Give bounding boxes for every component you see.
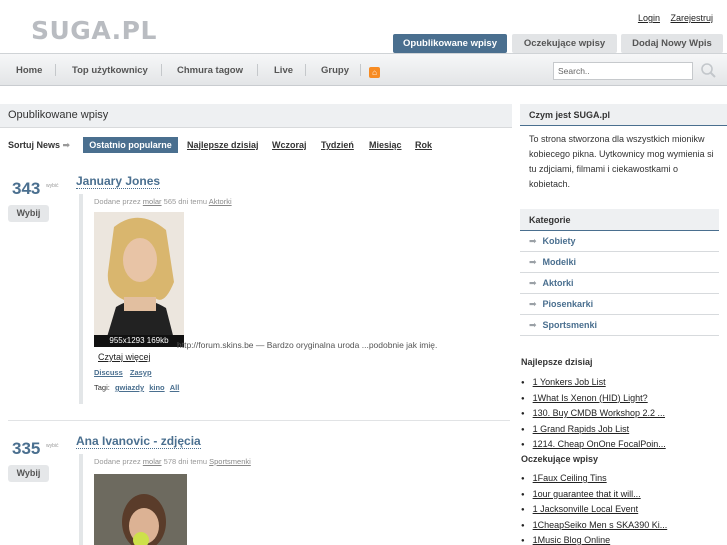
entry-body: Dodane przez molar 578 dni temu Sportsme… (79, 454, 251, 545)
arrow-right-icon: ➡ (529, 278, 537, 288)
tag-link[interactable]: All (170, 383, 180, 392)
tag-link[interactable]: kino (149, 383, 164, 392)
sort-recent-popular[interactable]: Ostatnio popularne (83, 137, 178, 153)
vote-button[interactable]: Wybij (8, 465, 49, 482)
entry-divider (8, 420, 510, 421)
entry-title[interactable]: January Jones (76, 174, 161, 189)
main-header: Opublikowane wpisy (0, 104, 512, 128)
nav-tag-cloud[interactable]: Chmura tagow (177, 65, 243, 76)
bury-link[interactable]: Zasyp (130, 368, 152, 377)
vote-count: 343 (12, 179, 41, 198)
category-link[interactable]: Aktorki (209, 197, 232, 206)
nav-separator (305, 64, 306, 76)
entry: 335 wybić Wybij Ana Ivanovic - zdjęcia D… (8, 434, 510, 545)
entry: 343 wybić Wybij January Jones Dodane prz… (8, 174, 510, 404)
vote-button[interactable]: Wybij (8, 205, 49, 222)
nav-groups[interactable]: Grupy (321, 65, 349, 76)
nav-separator (161, 64, 162, 76)
sort-year[interactable]: Rok (415, 140, 432, 150)
sort-month[interactable]: Miesiąc (369, 140, 402, 150)
discuss-link[interactable]: Discuss (94, 368, 123, 377)
author-link[interactable]: molar (143, 197, 162, 206)
entry-meta: Dodane przez molar 578 dni temu Sportsme… (94, 457, 251, 466)
categories-title: Kategorie (520, 209, 719, 231)
entry-title[interactable]: Ana Ivanovic - zdjęcia (76, 434, 201, 449)
category-item[interactable]: ➡ Sportsmenki (520, 315, 719, 336)
arrow-right-icon: ➡ (529, 320, 537, 330)
main-nav: Home Top użytkownicy Chmura tagow Live G… (0, 53, 727, 86)
entry-actions: Discuss Zasyp (94, 368, 232, 377)
category-item[interactable]: ➡ Aktorki (520, 273, 719, 294)
category-item[interactable]: ➡ Modelki (520, 252, 719, 273)
nav-home[interactable]: Home (16, 65, 42, 76)
arrow-right-icon: ➡ (529, 299, 537, 309)
nav-separator (360, 64, 361, 76)
about-title: Czym jest SUGA.pl (520, 104, 727, 126)
list-item[interactable]: 1our guarantee that it will... (521, 487, 667, 503)
vote-unit: wybić (46, 183, 59, 189)
list-item[interactable]: 1Music Blog Online (521, 533, 667, 545)
entry-photo (94, 474, 187, 545)
tab-pending[interactable]: Oczekujące wpisy (512, 34, 617, 53)
pending-list: 1Faux Ceiling Tins 1our guarantee that i… (521, 471, 668, 545)
login-link[interactable]: Login (638, 13, 660, 23)
category-item[interactable]: ➡ Piosenkarki (520, 294, 719, 315)
pending-title: Oczekujące wpisy (521, 454, 599, 464)
nav-top-users[interactable]: Top użytkownicy (72, 65, 148, 76)
sort-label: Sortuj News ➡ (8, 140, 71, 150)
entry-photo (94, 212, 184, 347)
tab-published[interactable]: Opublikowane wpisy (393, 34, 507, 53)
list-item[interactable]: 130. Buy CMDB Workshop 2.2 ... (521, 406, 666, 422)
search-icon[interactable] (700, 62, 716, 78)
list-item[interactable]: 1Faux Ceiling Tins (521, 471, 667, 487)
site-logo[interactable]: SUGA.PL (31, 16, 157, 45)
entry-image[interactable] (94, 474, 187, 545)
entry-image[interactable]: 955x1293 169kb (94, 212, 184, 347)
entry-caption: http://forum.skins.be — Bardzo oryginaln… (177, 340, 438, 350)
vote-count: 335 (12, 439, 41, 458)
category-link[interactable]: Sportsmenki (209, 457, 251, 466)
image-info: 955x1293 169kb (94, 335, 184, 347)
list-item[interactable]: 1What Is Xenon (HID) Light? (521, 391, 666, 407)
best-today-title: Najlepsze dzisiaj (521, 357, 593, 367)
entry-body: Dodane przez molar 565 dni temu Aktorki … (79, 194, 437, 404)
nav-live[interactable]: Live (274, 65, 293, 76)
page-title: Opublikowane wpisy (8, 109, 109, 121)
arrow-right-icon: ➡ (529, 257, 537, 267)
arrow-right-icon: ➡ (529, 236, 537, 246)
nav-separator (257, 64, 258, 76)
entry-tags: Tagi: gwiazdy kino All (94, 383, 180, 392)
about-text: To strona stworzona dla wszystkich mioni… (529, 134, 714, 189)
list-item[interactable]: 1214. Cheap OnOne FocalPoin... (521, 437, 666, 453)
list-item[interactable]: 1 Jacksonville Local Event (521, 502, 667, 518)
rss-icon[interactable]: ⌂ (369, 67, 380, 78)
sort-week[interactable]: Tydzień (321, 140, 354, 150)
nav-separator (55, 64, 56, 76)
tag-link[interactable]: gwiazdy (115, 383, 144, 392)
account-links: Login Zarejestruj (630, 13, 713, 23)
sort-yesterday[interactable]: Wczoraj (272, 140, 307, 150)
register-link[interactable]: Zarejestruj (670, 13, 713, 23)
vote-unit: wybić (46, 443, 59, 449)
list-item[interactable]: 1 Grand Rapids Job List (521, 422, 666, 438)
list-item[interactable]: 1 Yonkers Job List (521, 375, 666, 391)
sort-best-today[interactable]: Najlepsze dzisiaj (187, 140, 259, 150)
search-input[interactable]: Search.. (553, 62, 693, 80)
category-item[interactable]: ➡ Kobiety (520, 231, 719, 252)
best-today-list: 1 Yonkers Job List 1What Is Xenon (HID) … (521, 375, 666, 453)
entry-meta: Dodane przez molar 565 dni temu Aktorki (94, 197, 232, 206)
tab-add-new[interactable]: Dodaj Nowy Wpis (621, 34, 723, 53)
author-link[interactable]: molar (143, 457, 162, 466)
arrow-right-icon: ➡ (62, 140, 71, 150)
categories-box: Kategorie ➡ Kobiety ➡ Modelki ➡ Aktorki ➡ Pi… (520, 209, 719, 336)
list-item[interactable]: 1CheapSeiko Men s SKA390 Ki... (521, 518, 668, 534)
about-box: Czym jest SUGA.pl To strona stworzona dl… (520, 104, 727, 198)
read-more-link[interactable]: Czytaj więcej (98, 352, 151, 362)
